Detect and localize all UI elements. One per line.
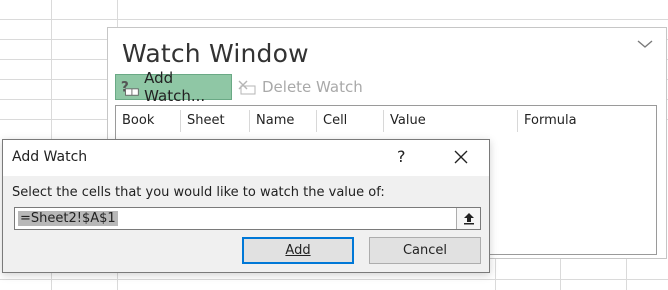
column-header-book[interactable]: Book — [116, 110, 154, 132]
column-header-cell[interactable]: Cell — [316, 110, 347, 132]
delete-watch-label: Delete Watch — [262, 78, 363, 96]
add-button-label: Add — [285, 243, 311, 258]
cell-reference-value: =Sheet2!$A$1 — [18, 211, 118, 226]
watch-list-header: Book Sheet Name Cell Value Formula — [116, 110, 656, 132]
add-watch-label: Add Watch... — [144, 69, 206, 105]
help-button[interactable]: ? — [397, 147, 406, 166]
collapse-dialog-button[interactable] — [456, 208, 480, 229]
delete-watch-button[interactable]: Delete Watch — [236, 74, 363, 100]
dialog-prompt: Select the cells that you would like to … — [12, 185, 385, 200]
upload-arrow-icon — [463, 213, 474, 225]
delete-watch-icon — [238, 80, 256, 95]
add-watch-icon: ? — [121, 80, 139, 96]
column-header-formula[interactable]: Formula — [517, 110, 577, 132]
watch-window-title: Watch Window — [122, 39, 309, 68]
chevron-down-icon[interactable] — [636, 38, 654, 50]
cancel-button[interactable]: Cancel — [369, 237, 481, 264]
dialog-title: Add Watch — [12, 149, 88, 165]
close-icon[interactable] — [452, 148, 470, 166]
dialog-titlebar[interactable]: Add Watch ? — [3, 140, 489, 176]
cancel-button-label: Cancel — [402, 243, 448, 258]
add-button[interactable]: Add — [242, 237, 354, 264]
add-watch-button[interactable]: ? Add Watch... — [115, 69, 232, 105]
cell-reference-input[interactable]: =Sheet2!$A$1 — [14, 207, 481, 230]
column-header-sheet[interactable]: Sheet — [180, 110, 225, 132]
add-watch-dialog: Add Watch ? Select the cells that you wo… — [2, 139, 490, 273]
column-header-value[interactable]: Value — [383, 110, 426, 132]
column-header-name[interactable]: Name — [249, 110, 294, 132]
